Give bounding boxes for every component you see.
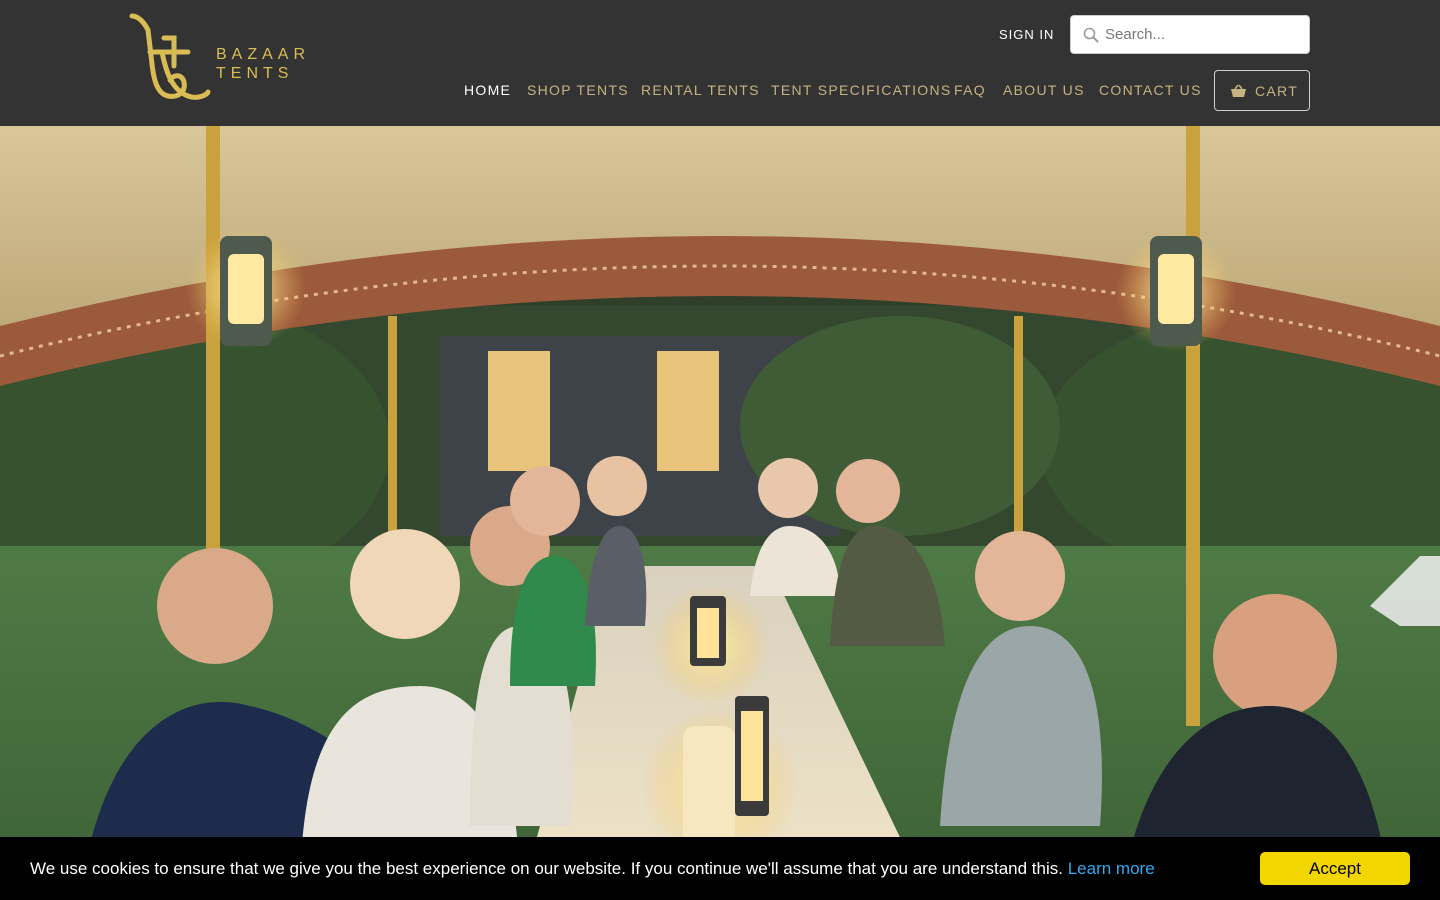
nav-item-about-us[interactable]: ABOUT US [1003,82,1085,98]
brand-name-line2: TENTS [216,65,294,82]
shopping-basket-icon [1231,84,1246,97]
hero-photo [0,126,1440,900]
learn-more-link[interactable]: Learn more [1068,859,1155,878]
lantern-icon [186,228,306,348]
brand-name-line1: BAZAAR [216,46,311,63]
nav-item-shop-tents[interactable]: SHOP TENTS [527,82,629,98]
sign-in-link[interactable]: SIGN IN [999,27,1054,42]
cart-button[interactable]: CART [1214,70,1310,111]
nav-item-faq[interactable]: FAQ [954,82,986,98]
cookie-message: We use cookies to ensure that we give yo… [30,859,1063,878]
search-box [1070,15,1310,54]
cart-label: CART [1255,83,1299,99]
search-input[interactable] [1105,16,1305,53]
accept-cookies-button[interactable]: Accept [1260,852,1410,885]
nav-item-tent-specifications[interactable]: TENT SPECIFICATIONS [771,82,952,98]
search-icon [1083,27,1099,43]
brand-name: BAZAAR TENTS [216,45,310,83]
lantern-icon [1116,232,1236,352]
hero-scene [0,126,1440,900]
site-header: BAZAAR TENTS SIGN IN HOME SHOP TENTS REN… [0,0,1440,126]
lit-window [488,351,550,471]
nav-item-contact-us[interactable]: CONTACT US [1099,82,1202,98]
cookie-message-wrapper: We use cookies to ensure that we give yo… [30,859,1155,879]
lit-window [657,351,719,471]
nav-item-rental-tents[interactable]: RENTAL TENTS [641,82,760,98]
nav-item-home[interactable]: HOME [464,82,511,98]
tent-pole [1186,126,1200,726]
cookie-banner: We use cookies to ensure that we give yo… [0,837,1440,900]
